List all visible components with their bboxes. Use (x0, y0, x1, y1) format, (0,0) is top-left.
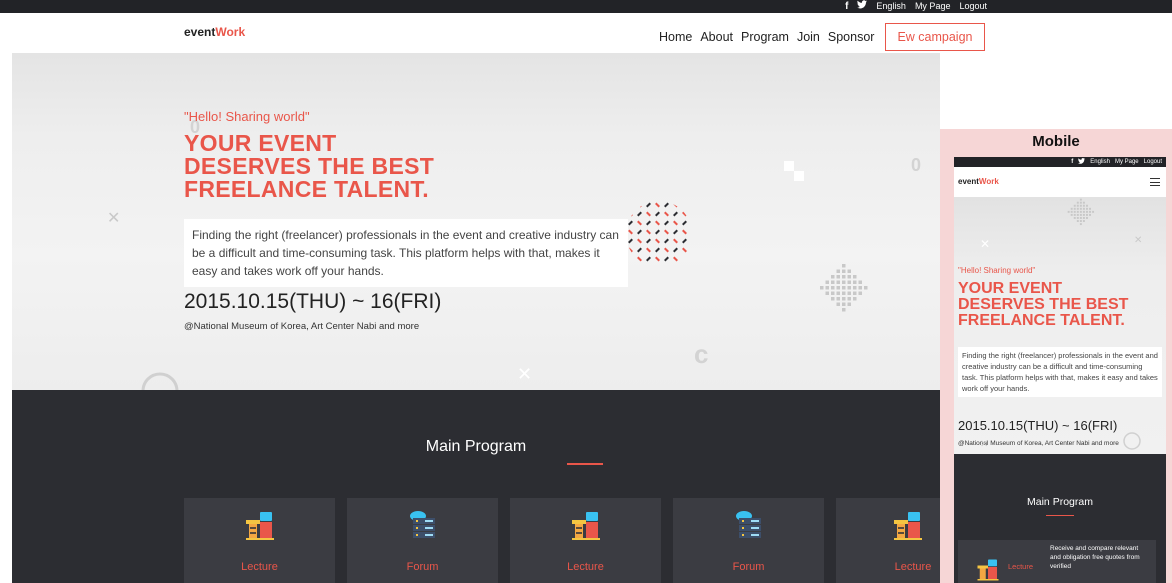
headline-line: FREELANCE TALENT. (958, 312, 1125, 329)
mobile-header: eventWork (954, 167, 1166, 197)
mobile-screen: f English My Page Logout eventWork ✕ ✕ "… (954, 157, 1166, 583)
site-header: eventWork Home About Program Join Sponso… (0, 13, 1172, 53)
decorative-circle-icon (141, 372, 179, 390)
headline-line: DESERVES THE BEST (184, 153, 435, 179)
facebook-icon[interactable]: f (845, 0, 848, 13)
nav-about[interactable]: About (700, 27, 733, 47)
decorative-x-glyph: ✕ (980, 439, 989, 450)
nav-program[interactable]: Program (741, 27, 789, 47)
decorative-dot-pattern-icon (628, 202, 687, 262)
nav-join[interactable]: Join (797, 27, 820, 47)
mobile-top-bar: f English My Page Logout (954, 157, 1166, 167)
desk-icon (894, 512, 922, 540)
event-venue: @National Museum of Korea, Art Center Na… (184, 321, 420, 332)
mobile-hero-description: Finding the right (freelancer) professio… (958, 347, 1162, 397)
mobile-hero-headline: YOUR EVENT DESERVES THE BEST FREELANCE T… (958, 281, 1128, 329)
mobile-hero-tagline: "Hello! Sharing world" (958, 266, 1036, 275)
desk-icon (246, 512, 274, 540)
logo-text-work: Work (978, 177, 999, 186)
program-card-forum[interactable]: Forum (673, 498, 824, 583)
title-underline (567, 463, 603, 465)
my-page-link[interactable]: My Page (915, 0, 951, 13)
headline-line: YOUR EVENT (958, 280, 1063, 297)
hamburger-menu-icon[interactable] (1150, 178, 1160, 186)
twitter-icon[interactable] (857, 0, 868, 13)
decorative-diamond-grid-icon (1067, 198, 1095, 226)
decorative-x-glyph: ✕ (980, 237, 991, 251)
decorative-zero-glyph: 0 (911, 155, 922, 175)
mobile-section-title: Main Program (1027, 496, 1093, 508)
mobile-event-date: 2015.10.15(THU) ~ 16(FRI) (958, 418, 1118, 433)
card-label: Lecture (567, 561, 604, 573)
mobile-program-section: Main Program Lecture Receive and compare… (954, 454, 1166, 583)
card-label: Lecture (1008, 562, 1034, 571)
server-icon (410, 511, 435, 538)
card-label: Lecture (241, 561, 278, 573)
title-underline (1046, 515, 1074, 516)
section-title: Main Program (425, 438, 527, 455)
card-description: Receive and compare relevant and obligat… (1050, 545, 1140, 570)
campaign-button[interactable]: Ew campaign (885, 23, 985, 51)
program-card-lecture[interactable]: Lecture (836, 498, 940, 583)
facebook-icon[interactable]: f (1071, 159, 1073, 165)
headline-line: FREELANCE TALENT. (184, 176, 429, 202)
main-nav: Home About Program Join Sponsor Ew campa… (659, 23, 985, 51)
program-card-forum[interactable]: Forum (347, 498, 498, 583)
site-logo[interactable]: eventWork (184, 25, 245, 39)
mobile-preview: Mobile f English My Page Logout eventWor… (940, 129, 1172, 583)
nav-sponsor[interactable]: Sponsor (828, 27, 875, 47)
page: f English My Page Logout eventWork Home … (0, 0, 1172, 583)
hero-description: Finding the right (freelancer) professio… (184, 219, 628, 287)
decorative-x-glyph: ✕ (517, 364, 533, 384)
logo-text-event: event (958, 177, 979, 186)
mobile-my-page-link[interactable]: My Page (1115, 159, 1139, 165)
logo-text-event: event (184, 25, 216, 39)
logout-link[interactable]: Logout (959, 0, 987, 13)
program-card-lecture[interactable]: Lecture (510, 498, 661, 583)
hero-headline: YOUR EVENT DESERVES THE BEST FREELANCE T… (184, 132, 434, 201)
language-link[interactable]: English (876, 0, 906, 13)
card-label: Forum (406, 561, 439, 573)
server-icon (736, 511, 761, 538)
event-date: 2015.10.15(THU) ~ 16(FRI) (184, 290, 442, 313)
logo-text-work: Work (215, 25, 246, 39)
decorative-x-glyph: ✕ (107, 210, 121, 227)
decorative-square (784, 161, 794, 171)
hero-tagline: "Hello! Sharing world" (184, 109, 310, 124)
mobile-logout-link[interactable]: Logout (1144, 159, 1162, 165)
mobile-program-card[interactable]: Lecture Receive and compare relevant and… (958, 540, 1156, 583)
headline-line: DESERVES THE BEST (958, 296, 1129, 313)
decorative-x-glyph: ✕ (1134, 235, 1143, 246)
twitter-icon[interactable] (1078, 158, 1086, 166)
headline-line: YOUR EVENT (184, 130, 337, 156)
decorative-diamond-grid-icon (820, 264, 868, 312)
utility-links: f English My Page Logout (845, 0, 987, 13)
desk-icon (977, 559, 999, 581)
card-label: Forum (732, 561, 765, 573)
decorative-circle-icon (1123, 432, 1141, 450)
desk-icon (572, 512, 600, 540)
program-card-lecture[interactable]: Lecture (184, 498, 335, 583)
top-utility-bar: f English My Page Logout (0, 0, 1172, 13)
mobile-language-link[interactable]: English (1090, 159, 1110, 165)
decorative-square (794, 171, 804, 181)
mobile-logo[interactable]: eventWork (958, 177, 999, 186)
nav-home[interactable]: Home (659, 27, 692, 47)
mobile-preview-label: Mobile (1032, 133, 1080, 150)
decorative-c-glyph: c (694, 339, 709, 369)
